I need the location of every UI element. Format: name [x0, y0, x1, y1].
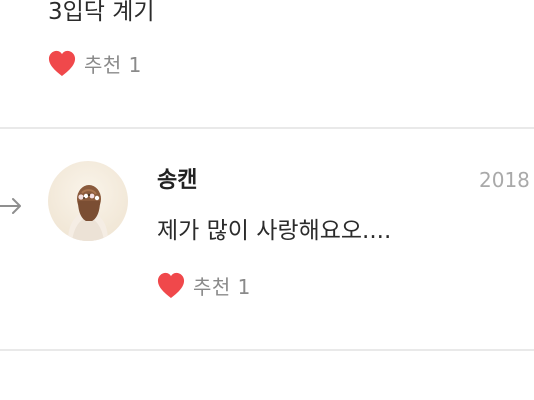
divider [0, 127, 534, 129]
heart-icon [157, 272, 185, 299]
avatar-image [48, 161, 128, 241]
previous-like-button[interactable]: 추천 1 [47, 48, 142, 78]
previous-comment: 3입닥 계기 추천 1 [0, 0, 534, 128]
comment-author[interactable]: 송캔 [157, 162, 197, 194]
comment-text: 제가 많이 사랑해요오.... [157, 218, 392, 244]
comment-date: 2018 [479, 168, 530, 192]
like-button[interactable]: 추천 1 [156, 270, 251, 300]
like-count-label: 추천 1 [193, 274, 251, 299]
reply-arrow-icon [0, 198, 21, 214]
avatar[interactable] [48, 161, 128, 241]
divider [0, 349, 534, 351]
heart-icon [48, 50, 76, 77]
previous-comment-text: 3입닥 계기 [48, 0, 155, 25]
like-count-label: 추천 1 [84, 52, 142, 77]
